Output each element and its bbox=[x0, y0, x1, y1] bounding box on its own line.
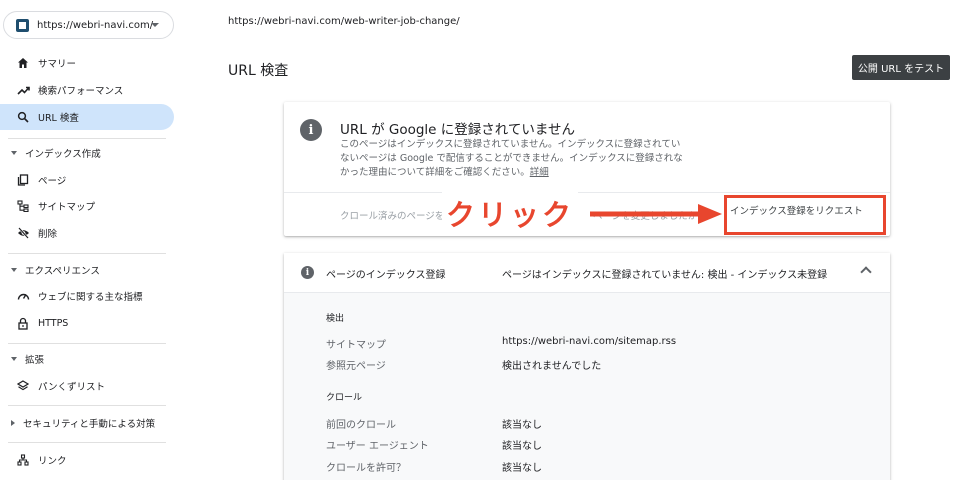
row-key: 前回のクロール bbox=[326, 420, 396, 431]
status-description: このページはインデックスに登録されていません。インデックスに登録されてい ないペ… bbox=[340, 138, 726, 180]
annotation-arrow-icon bbox=[590, 204, 722, 224]
section-label: 拡張 bbox=[25, 355, 45, 366]
info-icon: i bbox=[301, 266, 314, 279]
section-label: セキュリティと手動による対策 bbox=[23, 419, 156, 430]
sidebar-item-label: リンク bbox=[38, 456, 67, 467]
row-value: 検出されませんでした bbox=[502, 361, 602, 372]
collapse-triangle-icon bbox=[11, 357, 17, 361]
sidebar-item-label: サイトマップ bbox=[38, 202, 96, 213]
eye-off-icon bbox=[16, 226, 30, 240]
section-title-discovery: 検出 bbox=[326, 314, 345, 324]
sidebar-divider bbox=[8, 442, 166, 443]
annotation-highlight-box bbox=[724, 195, 886, 235]
chevron-up-icon[interactable] bbox=[860, 266, 872, 278]
section-title-crawl: クロール bbox=[326, 393, 363, 403]
row-value: 該当なし bbox=[502, 463, 542, 474]
search-icon bbox=[16, 110, 30, 124]
card-divider bbox=[284, 192, 890, 193]
info-icon: i bbox=[300, 119, 322, 141]
indexing-panel: i ページのインデックス登録 ページはインデックスに登録されていません: 検出 … bbox=[284, 253, 890, 480]
row-value: 該当なし bbox=[502, 441, 542, 452]
sidebar-item-pages[interactable]: ページ bbox=[0, 167, 174, 193]
sidebar-divider bbox=[8, 138, 166, 139]
description-line: かった理由について詳細をご確認ください。 bbox=[340, 167, 530, 178]
collapse-triangle-icon bbox=[11, 268, 17, 272]
row-value: 該当なし bbox=[502, 420, 542, 431]
sidebar-item-performance[interactable]: 検索パフォーマンス bbox=[0, 77, 174, 103]
sidebar-item-removals[interactable]: 削除 bbox=[0, 220, 174, 246]
row-value: https://webri-navi.com/sitemap.rss bbox=[502, 336, 677, 347]
description-line: このページはインデックスに登録されていません。インデックスに登録されてい bbox=[340, 139, 681, 150]
sidebar-item-label: 削除 bbox=[38, 229, 58, 240]
sidebar: https://webri-navi.com/ サマリー 検索パフォーマンス U… bbox=[0, 0, 182, 480]
sidebar-section-experience[interactable]: エクスペリエンス bbox=[0, 259, 174, 281]
section-label: インデックス作成 bbox=[25, 149, 101, 160]
details-link[interactable]: 詳細 bbox=[530, 167, 549, 178]
page-title: URL 検査 bbox=[228, 63, 289, 79]
speedometer-icon bbox=[16, 289, 30, 303]
sidebar-item-label: ページ bbox=[38, 176, 67, 187]
sidebar-item-sitemaps[interactable]: サイトマップ bbox=[0, 193, 174, 219]
sidebar-item-label: 検索パフォーマンス bbox=[38, 86, 124, 97]
section-label: エクスペリエンス bbox=[25, 266, 100, 277]
dropdown-caret-icon bbox=[151, 23, 159, 27]
sidebar-item-core-web-vitals[interactable]: ウェブに関する主な指標 bbox=[0, 283, 174, 309]
sidebar-divider bbox=[8, 343, 166, 344]
sidebar-item-https[interactable]: HTTPS bbox=[0, 310, 174, 336]
trending-up-icon bbox=[16, 83, 30, 97]
sidebar-section-indexing[interactable]: インデックス作成 bbox=[0, 142, 174, 164]
property-selector[interactable]: https://webri-navi.com/ bbox=[3, 11, 174, 39]
property-label: https://webri-navi.com/ bbox=[37, 19, 154, 31]
site-favicon-icon bbox=[16, 18, 29, 32]
indexing-panel-header[interactable]: i ページのインデックス登録 ページはインデックスに登録されていません: 検出 … bbox=[284, 253, 890, 293]
inspected-url[interactable]: https://webri-navi.com/web-writer-job-ch… bbox=[228, 16, 460, 27]
sidebar-item-label: サマリー bbox=[38, 59, 77, 70]
sidebar-section-security[interactable]: セキュリティと手動による対策 bbox=[0, 412, 174, 434]
panel-status: ページはインデックスに登録されていません: 検出 - インデックス未登録 bbox=[502, 270, 828, 281]
row-key: 参照元ページ bbox=[326, 361, 386, 372]
topbar-divider bbox=[182, 40, 960, 41]
sidebar-item-url-inspection[interactable]: URL 検査 bbox=[0, 104, 174, 130]
expand-triangle-icon bbox=[11, 420, 15, 426]
pages-icon bbox=[16, 173, 30, 187]
row-key: サイトマップ bbox=[326, 340, 386, 351]
indexing-panel-body: 検出 サイトマップ https://webri-navi.com/sitemap… bbox=[284, 293, 890, 480]
collapse-triangle-icon bbox=[11, 151, 17, 155]
home-icon bbox=[16, 56, 30, 70]
sidebar-item-label: URL 検査 bbox=[38, 113, 79, 124]
sidebar-item-breadcrumbs[interactable]: パンくずリスト bbox=[0, 373, 174, 399]
row-key: クロールを許可？ bbox=[326, 463, 406, 474]
sidebar-item-label: HTTPS bbox=[38, 317, 69, 329]
lock-icon bbox=[16, 316, 30, 330]
sidebar-divider bbox=[8, 253, 166, 254]
description-line: ないページは Google で配信することができません。インデックスに登録されな bbox=[340, 153, 683, 164]
sitemap-icon bbox=[16, 199, 30, 213]
sidebar-item-summary[interactable]: サマリー bbox=[0, 50, 174, 76]
sidebar-section-enhancements[interactable]: 拡張 bbox=[0, 348, 174, 370]
test-live-url-button[interactable]: 公開 URL をテスト bbox=[852, 55, 950, 80]
sidebar-divider bbox=[8, 405, 166, 406]
sidebar-item-links[interactable]: リンク bbox=[0, 447, 174, 473]
links-icon bbox=[16, 453, 30, 467]
sidebar-item-label: ウェブに関する主な指標 bbox=[38, 292, 143, 303]
layers-icon bbox=[16, 379, 30, 393]
sidebar-item-label: パンくずリスト bbox=[38, 382, 105, 393]
status-title: URL が Google に登録されていません bbox=[340, 122, 575, 138]
annotation-label: クリック bbox=[442, 192, 579, 234]
row-key: ユーザー エージェント bbox=[326, 441, 429, 452]
panel-label: ページのインデックス登録 bbox=[326, 270, 446, 281]
